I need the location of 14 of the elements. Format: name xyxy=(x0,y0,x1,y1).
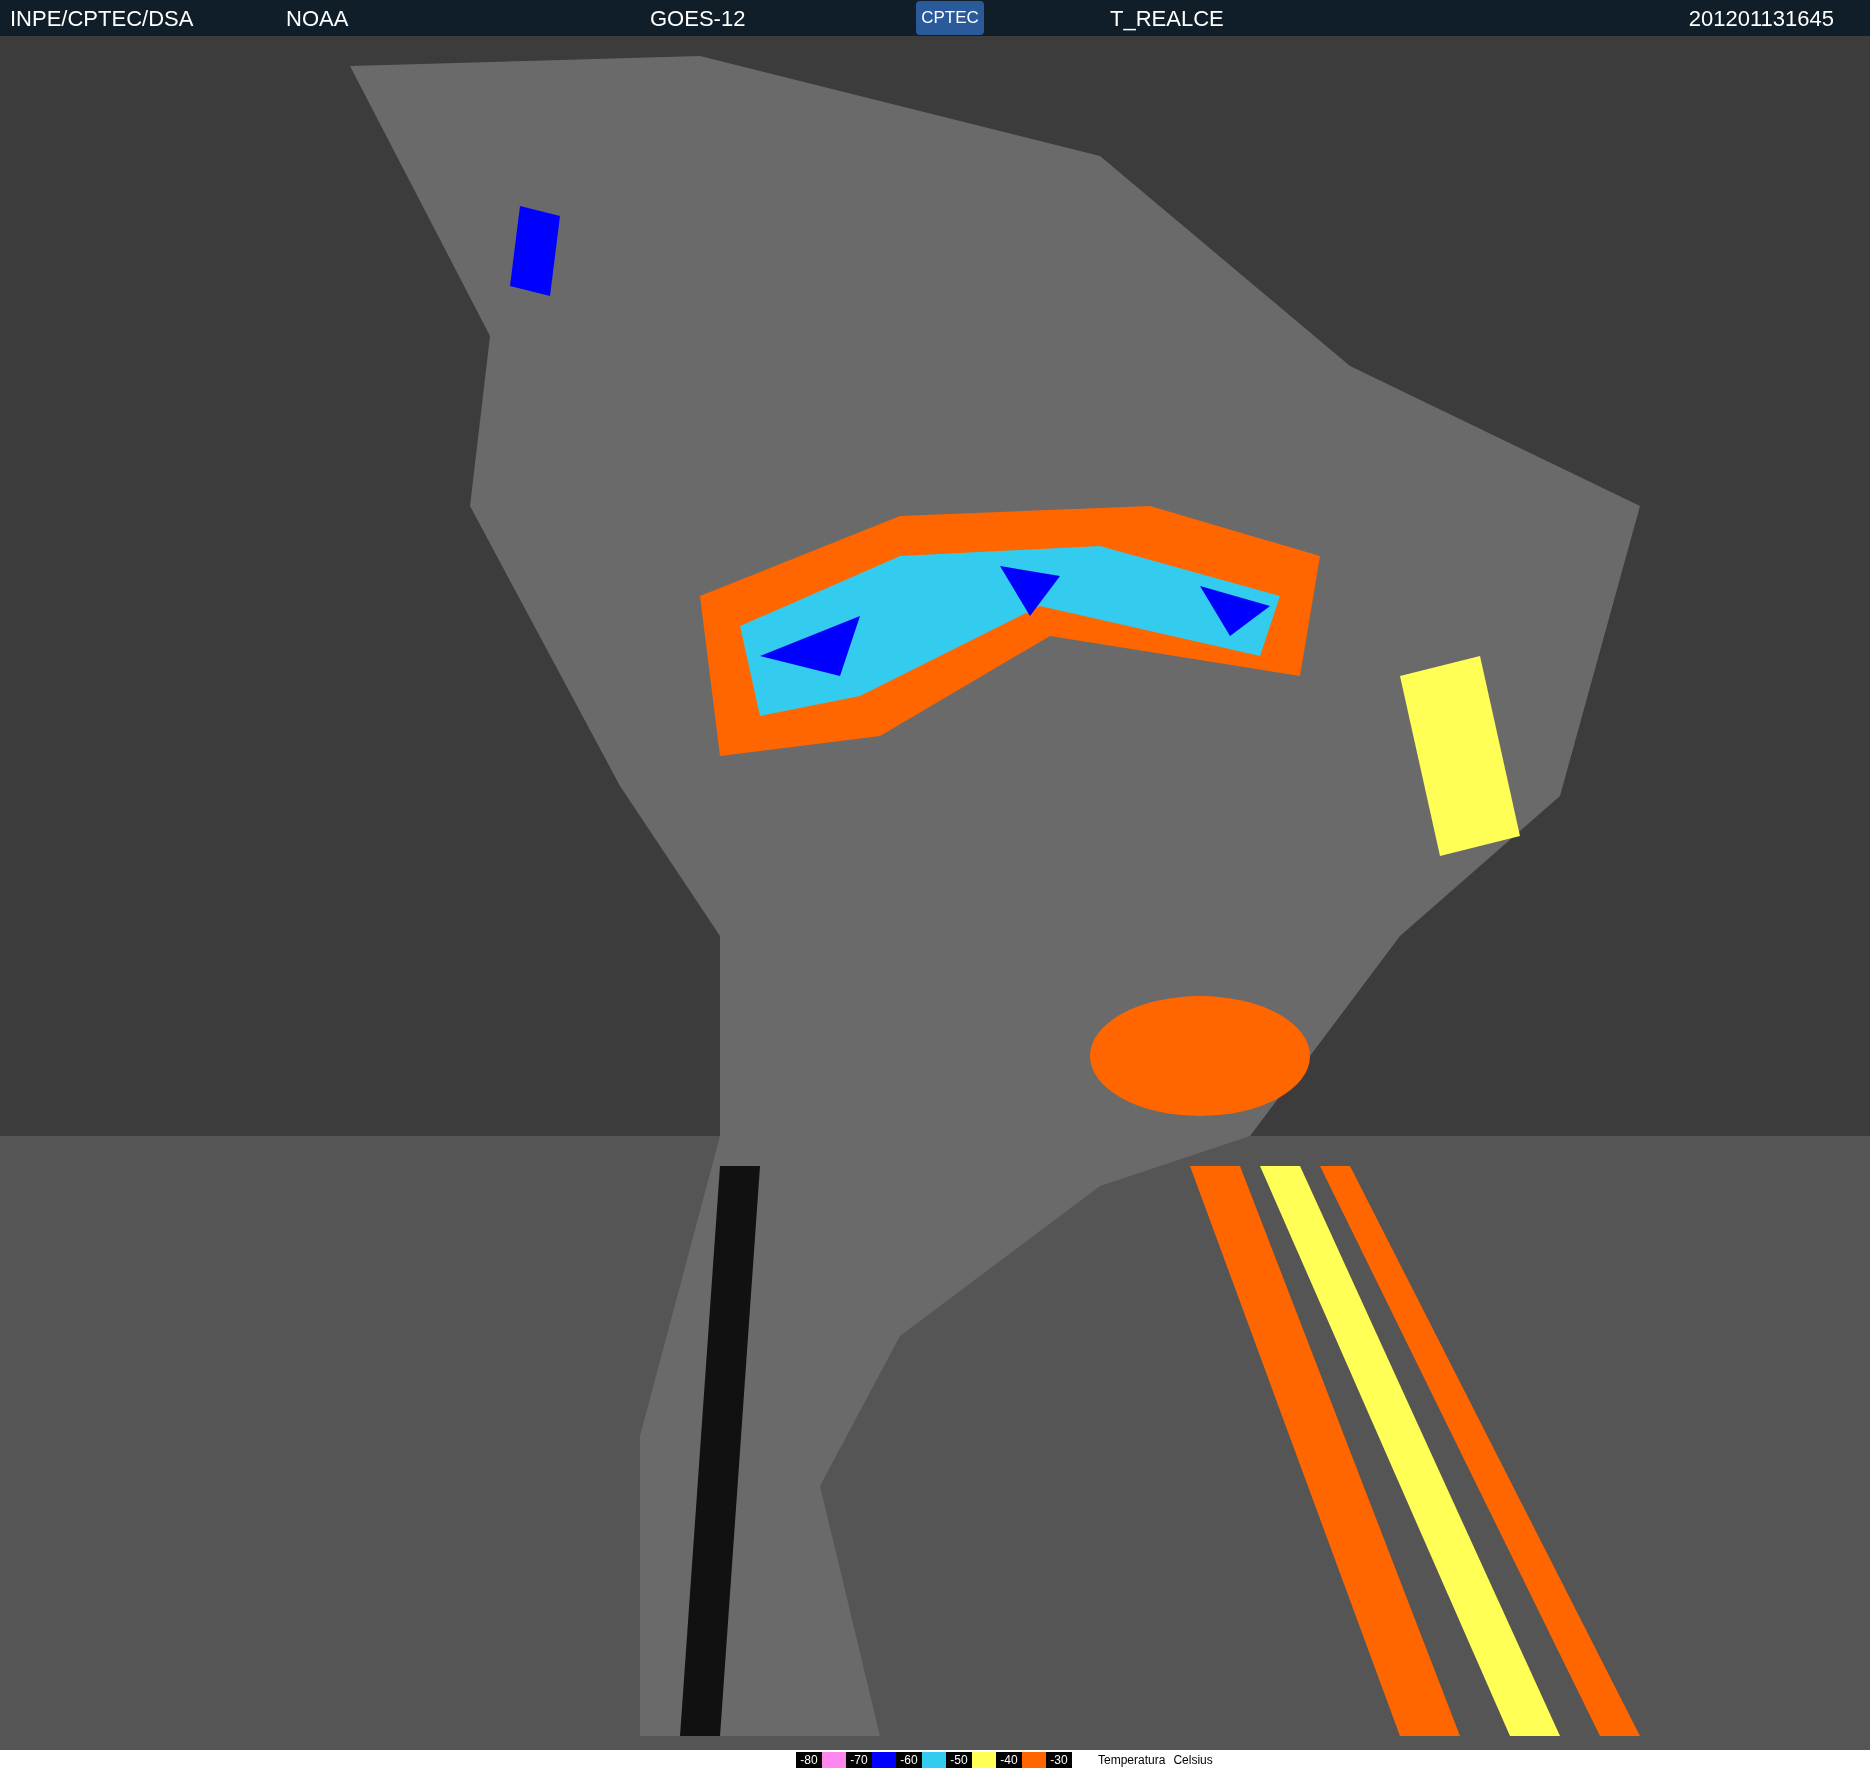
legend-label: -60 xyxy=(896,1752,922,1768)
agency-label: NOAA xyxy=(286,4,350,33)
legend-unit: Celsius xyxy=(1173,1752,1213,1769)
timestamp-label: 201201131645 xyxy=(1688,4,1834,33)
source-label: INPE/CPTEC/DSA xyxy=(10,4,195,33)
legend-title: Temperatura xyxy=(1098,1752,1166,1769)
legend-label: -30 xyxy=(1046,1752,1072,1768)
logo: CPTEC xyxy=(916,1,984,35)
legend-label: -70 xyxy=(846,1752,872,1768)
satellite-label: GOES-12 xyxy=(650,4,747,33)
legend-label: -80 xyxy=(796,1752,822,1768)
product-label: T_REALCE xyxy=(1110,4,1224,33)
legend-label: -50 xyxy=(946,1752,972,1768)
legend-label: -40 xyxy=(996,1752,1022,1768)
